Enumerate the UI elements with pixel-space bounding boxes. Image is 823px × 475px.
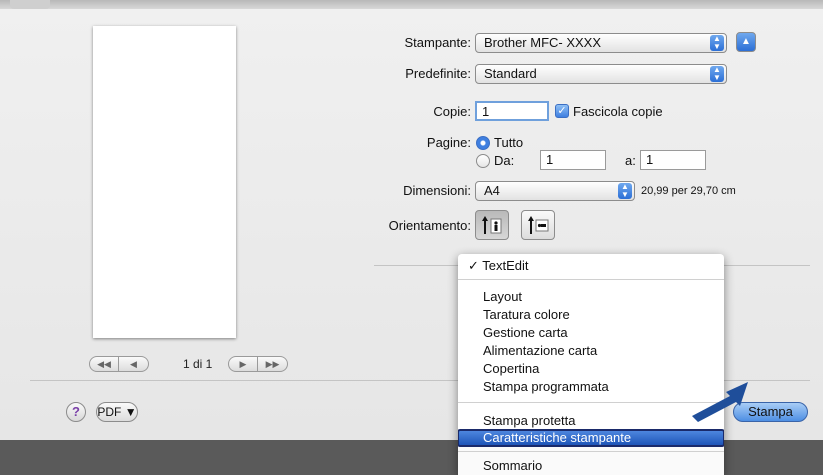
pages-to-field[interactable]: 1 — [640, 150, 706, 170]
copies-label: Copie: — [433, 104, 471, 119]
pages-label: Pagine: — [426, 135, 471, 150]
dialog-title-bar — [0, 0, 823, 9]
panel-popup-menu: ✓ TextEdit Layout Taratura colore Gestio… — [458, 254, 724, 475]
disclosure-triangle-icon: ▲ — [741, 36, 751, 47]
copies-field[interactable]: 1 — [475, 101, 549, 121]
paper-dimensions: 20,99 per 29,70 cm — [641, 185, 736, 197]
pager-forward: ▶ ▶▶ — [228, 356, 288, 372]
divider — [30, 380, 458, 381]
paper-size-label: Dimensioni: — [403, 183, 471, 198]
title-bar-tab — [10, 0, 50, 9]
menu-item[interactable]: Alimentazione carta — [458, 342, 724, 360]
pages-range-radio[interactable] — [476, 154, 490, 168]
menu-item[interactable]: Stampa protetta — [458, 412, 724, 430]
divider — [724, 265, 810, 266]
menu-item-current[interactable]: ✓ TextEdit — [458, 257, 724, 275]
portrait-button[interactable] — [475, 210, 509, 240]
pages-to-label: a: — [625, 153, 636, 168]
collate-label: Fascicola copie — [573, 104, 663, 119]
page-preview — [93, 26, 236, 338]
paper-size-value: A4 — [484, 183, 500, 198]
popup-arrows-icon: ▲ ▼ — [710, 35, 724, 51]
popup-arrows-icon: ▲ ▼ — [710, 66, 724, 82]
menu-separator — [458, 402, 724, 403]
printer-value: Brother MFC- XXXX — [484, 35, 602, 50]
last-page-button[interactable]: ▶▶ — [258, 356, 288, 372]
presets-value: Standard — [484, 66, 537, 81]
landscape-orientation-icon — [528, 216, 549, 234]
divider — [374, 265, 460, 266]
collate-checkbox[interactable]: ✓ — [555, 104, 569, 118]
menu-separator — [458, 451, 724, 452]
pager-back: ◀◀ ◀ — [89, 356, 149, 372]
menu-separator — [458, 279, 724, 280]
pages-all-label: Tutto — [494, 135, 524, 150]
pages-from-field[interactable]: 1 — [540, 150, 606, 170]
menu-item[interactable]: Sommario — [458, 457, 724, 475]
pages-from-label: Da: — [494, 153, 515, 168]
menu-item[interactable]: Stampa programmata — [458, 378, 724, 396]
menu-item-label: TextEdit — [482, 258, 529, 273]
printer-label: Stampante: — [404, 35, 472, 50]
help-button[interactable]: ? — [66, 402, 86, 422]
expand-collapse-button[interactable]: ▲ — [736, 32, 756, 52]
next-page-button[interactable]: ▶ — [228, 356, 258, 372]
pdf-menu-button[interactable]: PDF ▼ — [96, 402, 138, 422]
page-counter: 1 di 1 — [183, 357, 213, 371]
orientation-label: Orientamento: — [388, 218, 471, 233]
pages-all-radio[interactable] — [476, 136, 490, 150]
annotation-arrow-icon — [692, 382, 748, 422]
paper-size-popup[interactable]: A4 ▲ ▼ — [475, 181, 635, 201]
popup-arrows-icon: ▲ ▼ — [618, 183, 632, 199]
presets-popup[interactable]: Standard ▲ ▼ — [475, 64, 727, 84]
first-page-button[interactable]: ◀◀ — [89, 356, 119, 372]
presets-label: Predefinite: — [405, 66, 471, 81]
menu-item-highlighted[interactable]: Caratteristiche stampante — [458, 429, 724, 447]
prev-page-button[interactable]: ◀ — [119, 356, 149, 372]
portrait-orientation-icon — [482, 216, 502, 234]
menu-item[interactable]: Copertina — [458, 360, 724, 378]
menu-item[interactable]: Taratura colore — [458, 306, 724, 324]
menu-item[interactable]: Gestione carta — [458, 324, 724, 342]
printer-popup[interactable]: Brother MFC- XXXX ▲ ▼ — [475, 33, 727, 53]
menu-item[interactable]: Layout — [458, 288, 724, 306]
landscape-button[interactable] — [521, 210, 555, 240]
